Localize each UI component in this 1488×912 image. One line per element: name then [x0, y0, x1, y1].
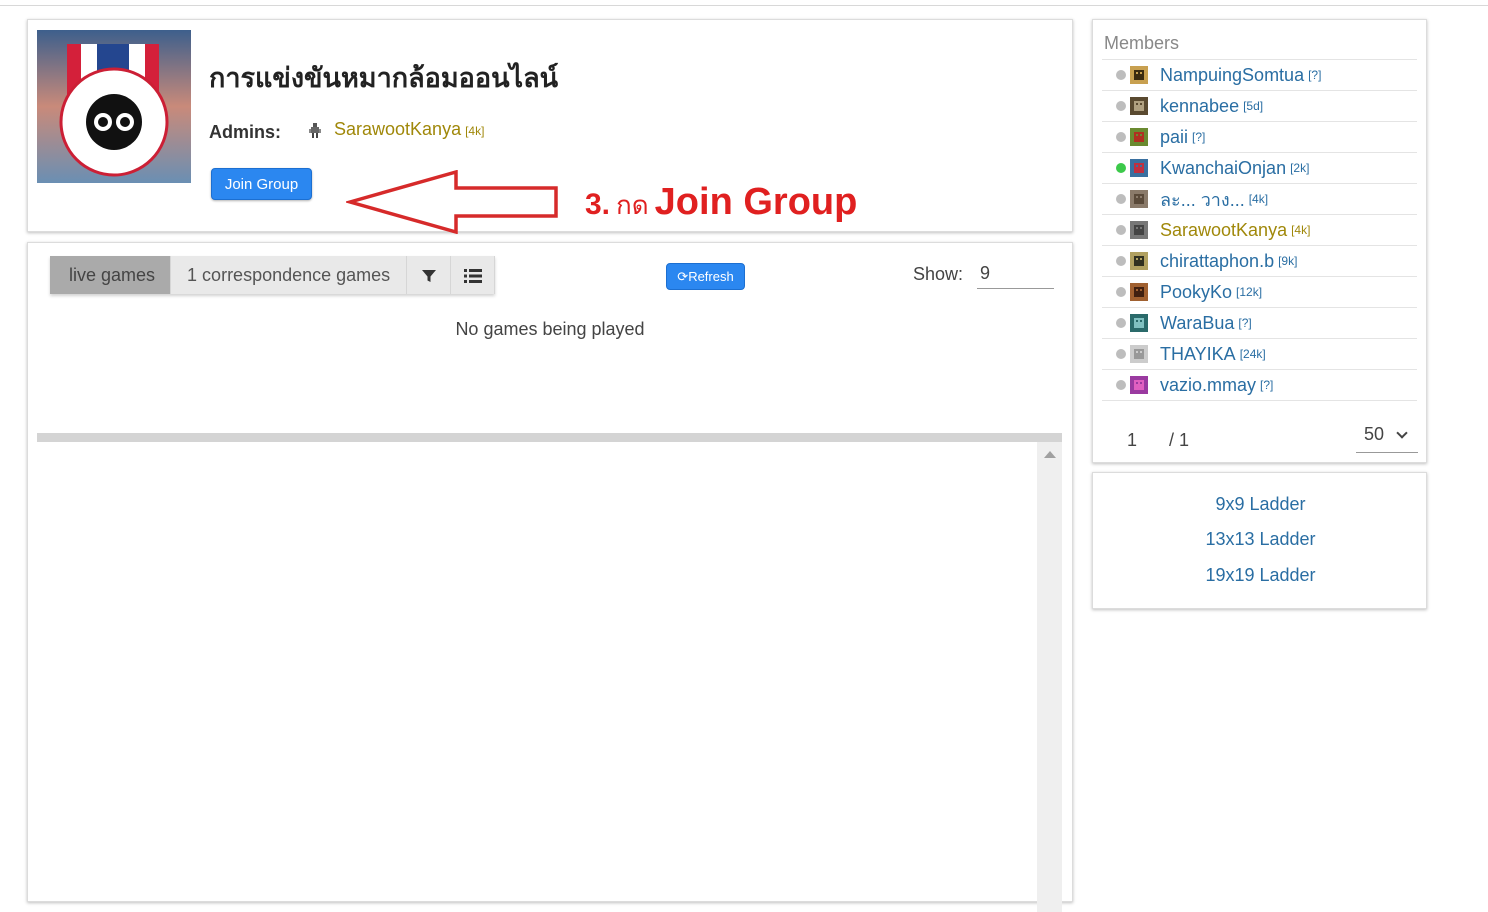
show-label: Show:: [913, 264, 964, 284]
member-row[interactable]: kennabee [5d]: [1102, 91, 1417, 122]
page-size-select[interactable]: 50: [1356, 424, 1418, 453]
offline-status-icon: [1116, 287, 1126, 297]
avatar: [1130, 314, 1148, 332]
filter-icon[interactable]: [407, 256, 452, 294]
page-total: / 1: [1169, 430, 1190, 450]
avatar: [1130, 190, 1148, 208]
group-logo: [37, 30, 191, 183]
annotation-text: Join Group: [654, 181, 858, 223]
show-count-input[interactable]: [977, 259, 1054, 289]
page-current[interactable]: 1: [1127, 430, 1137, 451]
tab-live-games[interactable]: live games: [50, 256, 172, 294]
member-name[interactable]: WaraBua: [1160, 313, 1234, 334]
member-name[interactable]: PookyKo: [1160, 282, 1232, 303]
member-row[interactable]: SarawootKanya [4k]: [1102, 215, 1417, 246]
member-rank: [2k]: [1290, 161, 1310, 175]
member-name[interactable]: vazio.mmay: [1160, 375, 1256, 396]
offline-status-icon: [1116, 101, 1126, 111]
member-row[interactable]: chirattaphon.b [9k]: [1102, 246, 1417, 277]
refresh-icon: ⟳: [677, 268, 689, 284]
avatar: [1130, 283, 1148, 301]
member-name[interactable]: chirattaphon.b: [1160, 251, 1274, 272]
avatar: [1130, 66, 1148, 84]
admin-rank: [4k]: [465, 124, 485, 138]
member-row[interactable]: ละ... วาง... [4k]: [1102, 184, 1417, 215]
member-rank: [4k]: [1291, 223, 1311, 237]
admin-avatar-icon: [308, 121, 322, 139]
members-title: Members: [1104, 33, 1180, 53]
offline-status-icon: [1116, 349, 1126, 359]
scrollbar[interactable]: [1037, 442, 1062, 912]
member-rank: [12k]: [1236, 285, 1263, 299]
scroll-up-arrow-icon[interactable]: [1044, 451, 1056, 458]
admin-link[interactable]: SarawootKanya [4k]: [334, 119, 484, 140]
member-row[interactable]: PookyKo [12k]: [1102, 277, 1417, 308]
member-name[interactable]: THAYIKA: [1160, 344, 1236, 365]
avatar: [1130, 252, 1148, 270]
avatar: [1130, 97, 1148, 115]
group-title: การแข่งขันหมากล้อมออนไลน์: [209, 63, 559, 94]
members-card: Members NampuingSomtua [?] kennabee [5d] pai…: [1092, 19, 1427, 463]
member-name[interactable]: KwanchaiOnjan: [1160, 158, 1286, 179]
member-name[interactable]: ละ... วาง...: [1160, 185, 1245, 214]
list-icon[interactable]: [451, 256, 496, 294]
offline-status-icon: [1116, 70, 1126, 80]
ladders-card: 9x9 Ladder 13x13 Ladder 19x19 Ladder: [1092, 472, 1427, 609]
member-name[interactable]: NampuingSomtua: [1160, 65, 1304, 86]
refresh-button[interactable]: ⟳Refresh: [666, 263, 745, 290]
annotation-thai: กด: [616, 191, 649, 221]
annotation-number: 3.: [585, 188, 611, 221]
ladder-9x9-link[interactable]: 9x9 Ladder: [1093, 494, 1428, 515]
member-rank: [4k]: [1248, 192, 1269, 206]
ladder-19x19-link[interactable]: 19x19 Ladder: [1093, 565, 1428, 586]
annotation-arrow-icon: [346, 170, 558, 234]
members-pager: 1 / 1 50: [1093, 424, 1428, 456]
offline-status-icon: [1116, 225, 1126, 235]
member-rank: [?]: [1308, 68, 1322, 82]
member-row[interactable]: WaraBua [?]: [1102, 308, 1417, 339]
avatar: [1130, 128, 1148, 146]
member-row[interactable]: vazio.mmay [?]: [1102, 370, 1417, 401]
member-rank: [?]: [1260, 378, 1274, 392]
members-list: NampuingSomtua [?] kennabee [5d] paii [?] Kwan…: [1102, 59, 1417, 401]
refresh-label: Refresh: [688, 268, 734, 284]
member-name[interactable]: paii: [1160, 127, 1188, 148]
tab-correspondence-games[interactable]: 1 correspondence games: [171, 256, 408, 294]
member-rank: [24k]: [1239, 347, 1266, 361]
member-rank: [9k]: [1278, 254, 1298, 268]
ladder-13x13-link[interactable]: 13x13 Ladder: [1093, 529, 1428, 550]
admin-name[interactable]: SarawootKanya: [334, 119, 461, 139]
page-size-value: 50: [1364, 424, 1385, 444]
no-games-message: No games being played: [455, 319, 645, 339]
annotation-label: 3. กด Join Group: [585, 181, 857, 226]
member-row[interactable]: KwanchaiOnjan [2k]: [1102, 153, 1417, 184]
offline-status-icon: [1116, 318, 1126, 328]
member-name[interactable]: SarawootKanya: [1160, 220, 1287, 241]
avatar: [1130, 221, 1148, 239]
online-status-icon: [1116, 163, 1126, 173]
avatar: [1130, 159, 1148, 177]
member-rank: [?]: [1192, 130, 1206, 144]
member-row[interactable]: NampuingSomtua [?]: [1102, 60, 1417, 91]
member-rank: [5d]: [1243, 99, 1264, 113]
chevron-down-icon: [1396, 427, 1408, 439]
admins-label: Admins:: [209, 122, 281, 142]
offline-status-icon: [1116, 194, 1126, 204]
avatar: [1130, 345, 1148, 363]
group-header-card: การแข่งขันหมากล้อมออนไลน์ Admins: Sarawo…: [27, 19, 1073, 234]
offline-status-icon: [1116, 132, 1126, 142]
offline-status-icon: [1116, 256, 1126, 266]
top-border: [0, 5, 1488, 6]
section-divider: [37, 433, 1062, 442]
games-card: live games 1 correspondence games ⟳Refre…: [27, 242, 1073, 912]
member-row[interactable]: THAYIKA [24k]: [1102, 339, 1417, 370]
games-tabbar: live games 1 correspondence games: [50, 256, 496, 294]
offline-status-icon: [1116, 380, 1126, 390]
avatar: [1130, 376, 1148, 394]
member-row[interactable]: paii [?]: [1102, 122, 1417, 153]
join-group-button[interactable]: Join Group: [211, 168, 312, 200]
member-name[interactable]: kennabee: [1160, 96, 1239, 117]
member-rank: [?]: [1238, 316, 1252, 330]
